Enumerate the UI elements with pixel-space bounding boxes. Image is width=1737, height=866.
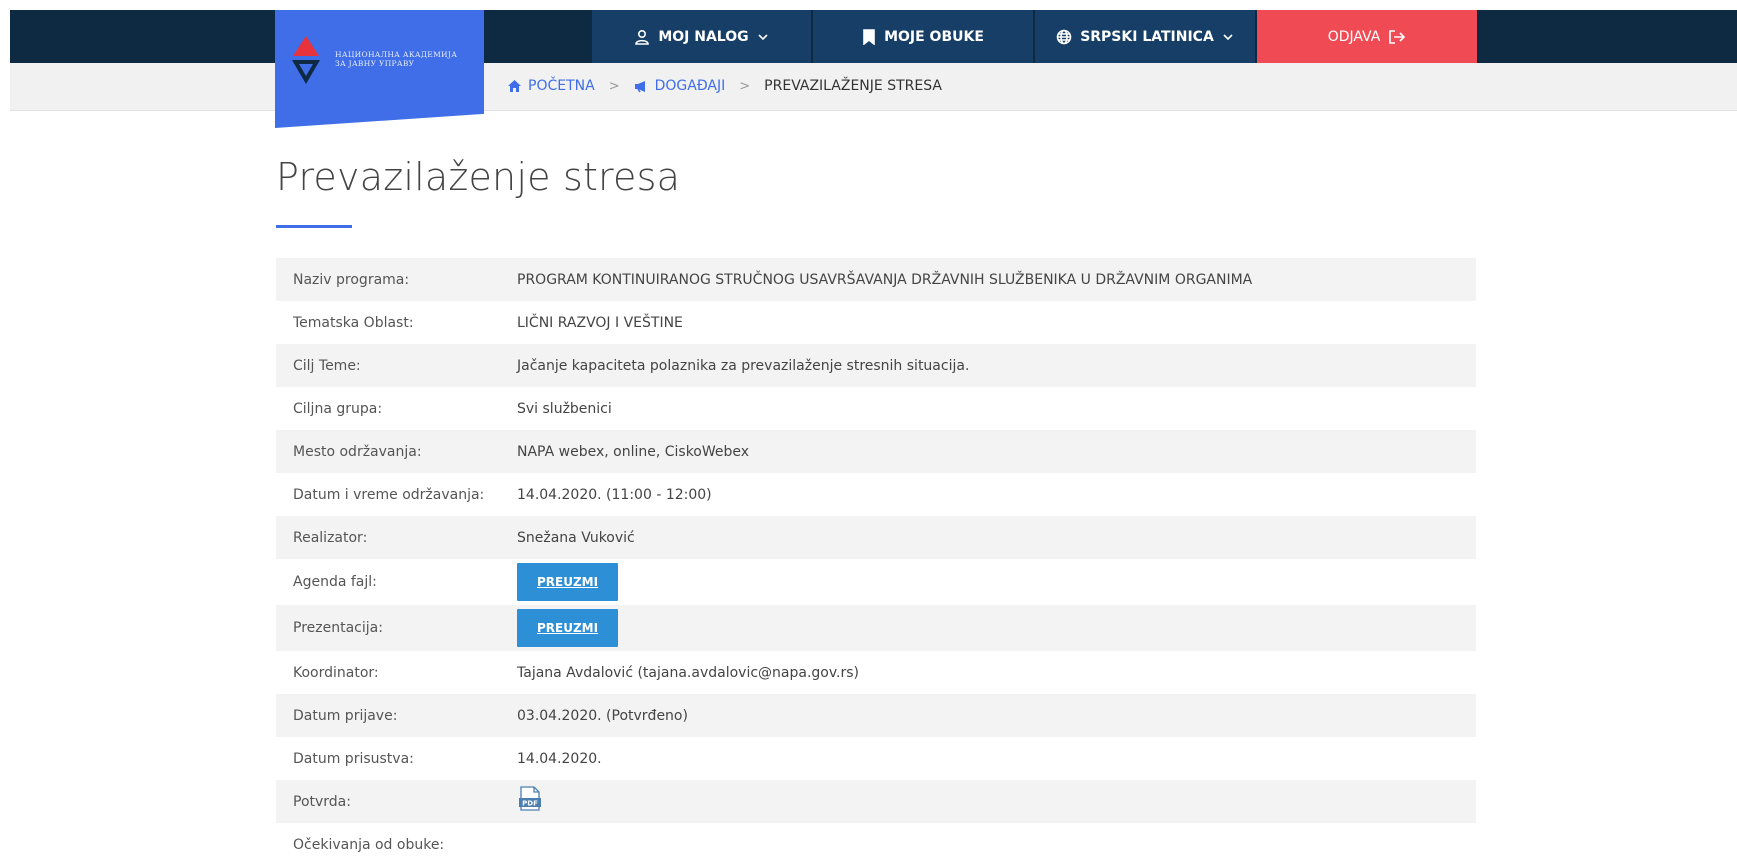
row-value: Tajana Avdalović (tajana.avdalovic@napa.… — [517, 664, 860, 681]
row-label: Naziv programa: — [293, 271, 410, 288]
globe-icon — [1056, 29, 1072, 44]
logo-line-1: НАЦИОНАЛНА АКАДЕМИЈА — [335, 50, 458, 59]
breadcrumb-separator: > — [739, 78, 751, 94]
row-label: Datum prijave: — [293, 707, 398, 724]
row-value: Jačanje kapaciteta polaznika za prevazil… — [517, 357, 970, 374]
breadcrumb-current: PREVAZILAŽENJE STRESA — [764, 78, 942, 94]
pdf-icon[interactable]: PDF — [517, 785, 543, 814]
page-title: Prevazilaženje stresa — [276, 155, 681, 199]
table-row: Potvrda: PDF — [276, 780, 1476, 823]
table-row: Očekivanja od obuke: — [276, 823, 1476, 866]
table-row: Naziv programa: PROGRAM KONTINUIRANOG ST… — [276, 258, 1476, 301]
user-icon — [635, 29, 650, 45]
logo-line-2: ЗА ЈАВНУ УПРАВУ — [335, 59, 415, 68]
row-label: Prezentacija: — [293, 620, 383, 636]
table-row: Mesto održavanja: NAPA webex, online, Ci… — [276, 430, 1476, 473]
nav-my-trainings[interactable]: MOJE OBUKE — [813, 10, 1033, 63]
nav-my-account-label: MOJ NALOG — [658, 28, 749, 45]
nav-my-account[interactable]: MOJ NALOG — [592, 10, 811, 63]
download-presentation-button[interactable]: PREUZMI — [517, 609, 619, 647]
event-details-table: Naziv programa: PROGRAM KONTINUIRANOG ST… — [276, 258, 1476, 866]
table-row: Ciljna grupa: Svi službenici — [276, 387, 1476, 430]
row-value: 14.04.2020. — [517, 750, 602, 767]
table-row: Agenda fajl: PREUZMI — [276, 559, 1476, 605]
logo-mark-icon — [292, 36, 320, 84]
table-row: Datum prijave: 03.04.2020. (Potvrđeno) — [276, 694, 1476, 737]
table-row: Datum i vreme održavanja: 14.04.2020. (1… — [276, 473, 1476, 516]
row-label: Potvrda: — [293, 793, 351, 810]
row-label: Cilj Teme: — [293, 357, 361, 374]
table-row: Koordinator: Tajana Avdalović (tajana.av… — [276, 651, 1476, 694]
row-label: Koordinator: — [293, 664, 379, 681]
download-agenda-button[interactable]: PREUZMI — [517, 563, 619, 601]
home-icon — [508, 80, 521, 92]
breadcrumb-events[interactable]: DOGAĐAJI — [655, 78, 726, 94]
row-label: Ciljna grupa: — [293, 400, 383, 417]
row-value: PROGRAM KONTINUIRANOG STRUČNOG USAVRŠAVA… — [517, 271, 1253, 288]
breadcrumb-home[interactable]: POČETNA — [528, 78, 595, 94]
breadcrumb-separator: > — [608, 78, 620, 94]
title-underline — [276, 225, 352, 228]
row-value: LIČNI RAZVOJ I VEŠTINE — [517, 314, 683, 331]
nav-language-label: SRPSKI LATINICA — [1080, 28, 1214, 45]
breadcrumb: POČETNA > DOGAĐAJI > PREVAZILAŽENJE STRE… — [507, 78, 942, 94]
row-label: Agenda fajl: — [293, 574, 377, 590]
row-value: Snežana Vuković — [517, 529, 635, 546]
table-row: Prezentacija: PREUZMI — [276, 605, 1476, 651]
megaphone-icon — [634, 80, 645, 92]
table-row: Tematska Oblast: LIČNI RAZVOJ I VEŠTINE — [276, 301, 1476, 344]
row-label: Očekivanja od obuke: — [293, 836, 445, 853]
row-label: Realizator: — [293, 529, 368, 546]
row-value: 03.04.2020. (Potvrđeno) — [517, 707, 688, 724]
row-value: Svi službenici — [517, 400, 612, 417]
logout-icon — [1389, 29, 1406, 44]
nav-my-trainings-label: MOJE OBUKE — [884, 28, 984, 45]
nav-logout-label: ODJAVA — [1327, 28, 1381, 45]
row-value: 14.04.2020. (11:00 - 12:00) — [517, 486, 712, 503]
site-logo[interactable]: НАЦИОНАЛНА АКАДЕМИЈА ЗА ЈАВНУ УПРАВУ — [275, 10, 484, 128]
chevron-down-icon — [1223, 33, 1233, 40]
row-value: NAPA webex, online, CiskoWebex — [517, 443, 750, 460]
svg-text:PDF: PDF — [522, 799, 538, 807]
logo-text: НАЦИОНАЛНА АКАДЕМИЈА ЗА ЈАВНУ УПРАВУ — [335, 50, 457, 68]
table-row: Cilj Teme: Jačanje kapaciteta polaznika … — [276, 344, 1476, 387]
row-label: Datum prisustva: — [293, 750, 414, 767]
table-row: Datum prisustva: 14.04.2020. — [276, 737, 1476, 780]
row-label: Datum i vreme održavanja: — [293, 486, 485, 503]
row-label: Tematska Oblast: — [293, 314, 414, 331]
table-row: Realizator: Snežana Vuković — [276, 516, 1476, 559]
row-label: Mesto održavanja: — [293, 443, 422, 460]
nav-logout[interactable]: ODJAVA — [1257, 10, 1477, 63]
bookmark-icon — [863, 28, 875, 45]
chevron-down-icon — [758, 33, 768, 40]
nav-language[interactable]: SRPSKI LATINICA — [1035, 10, 1255, 63]
